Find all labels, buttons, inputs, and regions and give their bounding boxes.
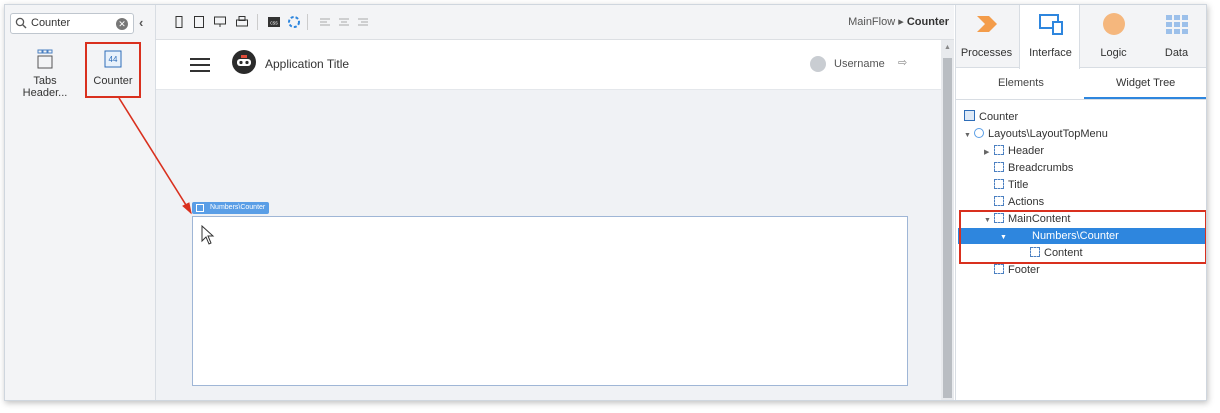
tree-node-header[interactable]: ▶ Header	[984, 143, 1044, 159]
tree-node-label: Layouts\LayoutTopMenu	[988, 128, 1108, 140]
tab-interface[interactable]: Interface	[1019, 5, 1080, 69]
tab-data[interactable]: Data	[1146, 5, 1206, 68]
tree-node-counter[interactable]: Counter	[964, 109, 1018, 125]
subtab-widget-tree[interactable]: Widget Tree	[1116, 77, 1175, 89]
ide-window: Counter ✕ ‹ Tabs Header... 44 Counter cs…	[4, 4, 1207, 401]
annotation-arrow	[118, 97, 192, 215]
tree-node-label: Actions	[1008, 196, 1045, 208]
highlight-annotation-box	[959, 210, 1206, 264]
tab-processes[interactable]: Processes	[956, 5, 1017, 68]
active-subtab-indicator	[1084, 97, 1206, 99]
tree-node-actions[interactable]: Actions	[994, 194, 1044, 210]
placeholder-icon	[994, 179, 1004, 189]
tab-label: Logic	[1100, 47, 1127, 59]
panel-tabs: Processes Interface Logic Data	[956, 5, 1206, 69]
tree-node-label: Counter	[979, 111, 1019, 123]
canvas-area: css MainFlow ▸ Counter Application Title…	[118, 5, 954, 400]
data-icon	[1166, 15, 1188, 34]
tree-node-label: Breadcrumbs	[1008, 162, 1074, 174]
panel-subtabs: Elements Widget Tree	[956, 68, 1206, 100]
tab-label: Data	[1164, 47, 1189, 59]
tree-node-label: Header	[1008, 145, 1045, 157]
logic-icon	[1103, 13, 1125, 35]
tree-node-footer[interactable]: Footer	[994, 262, 1040, 278]
expand-icon[interactable]: ▼	[964, 128, 974, 144]
placeholder-icon	[994, 196, 1004, 206]
tree-node-label: Title	[1008, 179, 1029, 191]
properties-panel: Processes Interface Logic Data Elements …	[955, 5, 1206, 400]
tree-node-label: Footer	[1008, 264, 1040, 276]
processes-icon	[977, 16, 997, 32]
tab-label: Processes	[960, 47, 1013, 59]
tab-logic[interactable]: Logic	[1083, 5, 1144, 68]
interface-icon	[1039, 14, 1063, 35]
layout-icon	[974, 128, 984, 138]
collapse-icon[interactable]: ▶	[984, 145, 994, 161]
screen-icon	[964, 110, 975, 121]
tree-node-layout[interactable]: ▼ Layouts\LayoutTopMenu	[964, 126, 1108, 142]
placeholder-icon	[994, 145, 1004, 155]
tree-node-title[interactable]: Title	[994, 177, 1028, 193]
placeholder-icon	[994, 162, 1004, 172]
subtab-elements[interactable]: Elements	[998, 77, 1044, 89]
placeholder-icon	[994, 264, 1004, 274]
tree-node-breadcrumbs[interactable]: Breadcrumbs	[994, 160, 1073, 176]
tab-label: Interface	[1029, 47, 1072, 59]
